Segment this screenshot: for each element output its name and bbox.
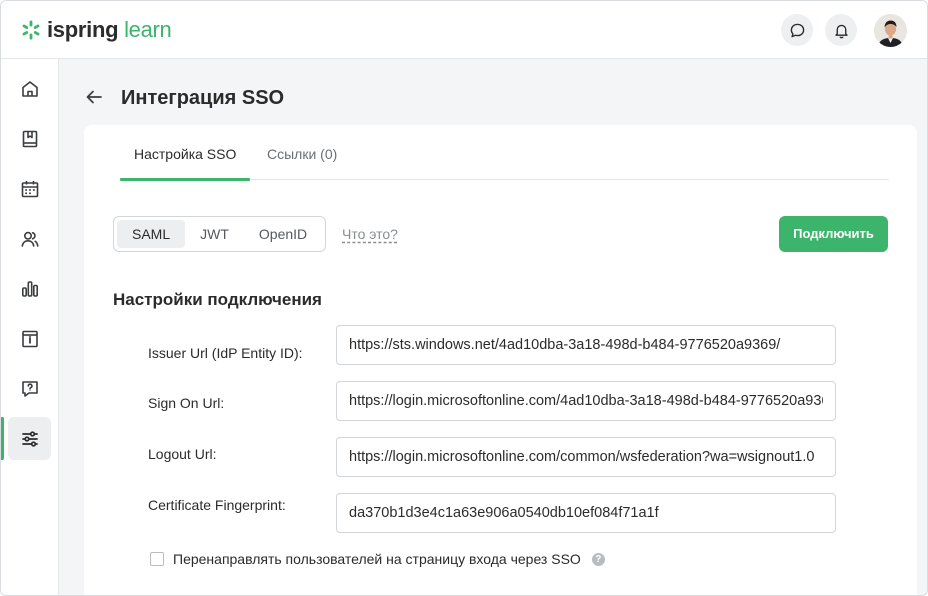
logout-url-input[interactable]	[336, 437, 836, 477]
users-icon	[21, 231, 38, 247]
user-photo-icon	[874, 14, 907, 47]
sidebar-item-reports[interactable]	[8, 267, 51, 310]
app-window: ispring learn Интеграция SSO Настройка S…	[0, 0, 928, 596]
what-is-this-link[interactable]: Что это?	[342, 226, 398, 242]
logout-url-label: Logout Url:	[148, 446, 217, 462]
user-avatar[interactable]	[874, 14, 907, 47]
sidebar-item-info[interactable]	[8, 317, 51, 360]
issuer-url-label: Issuer Url (IdP Entity ID):	[148, 345, 303, 361]
sidebar-item-settings[interactable]	[8, 417, 51, 460]
tab-bar: Настройка SSO Ссылки (0)	[120, 125, 889, 181]
logo-text: ispring learn	[47, 17, 172, 42]
redirect-checkbox[interactable]	[150, 552, 164, 566]
sidebar-item-calendar[interactable]	[8, 167, 51, 210]
reports-chart-icon	[21, 280, 38, 297]
back-button[interactable]	[83, 86, 105, 108]
tab-links[interactable]: Ссылки (0)	[253, 125, 351, 180]
protocol-jwt[interactable]: JWT	[185, 220, 244, 248]
question-chat-icon	[21, 380, 38, 397]
help-question-icon[interactable]: ?	[591, 552, 605, 566]
sign-on-url-label: Sign On Url:	[148, 395, 225, 411]
app-logo[interactable]: ispring learn	[21, 16, 172, 44]
course-book-icon	[22, 130, 37, 147]
chat-bubble-icon	[790, 23, 804, 37]
sidebar-item-home[interactable]	[8, 67, 51, 110]
sidebar-item-questions[interactable]	[8, 367, 51, 410]
home-icon	[21, 80, 38, 97]
chat-button[interactable]	[781, 14, 813, 46]
arrow-left-icon	[86, 90, 102, 104]
tab-sso-settings[interactable]: Настройка SSO	[120, 125, 251, 181]
redirect-option: Перенаправлять пользователей на страницу…	[150, 551, 605, 567]
certificate-fingerprint-label: Certificate Fingerprint:	[148, 497, 286, 513]
connect-button[interactable]: Подключить	[779, 216, 888, 252]
certificate-fingerprint-input[interactable]	[336, 493, 836, 533]
page-title: Интеграция SSO	[121, 87, 285, 109]
sidebar-active-indicator	[1, 417, 4, 460]
redirect-checkbox-label[interactable]: Перенаправлять пользователей на страницу…	[173, 551, 581, 567]
info-board-icon	[21, 330, 38, 347]
sidebar	[1, 59, 59, 595]
sidebar-item-users[interactable]	[8, 217, 51, 260]
bell-icon	[834, 24, 848, 38]
notifications-button[interactable]	[825, 14, 857, 46]
sign-on-url-input[interactable]	[336, 381, 836, 421]
protocol-openid[interactable]: OpenID	[244, 220, 322, 248]
sidebar-item-courses[interactable]	[8, 117, 51, 160]
logo-text-ispring: ispring	[47, 17, 119, 42]
protocol-switch: SAML JWT OpenID	[113, 216, 327, 252]
settings-sliders-icon	[21, 430, 38, 447]
top-bar: ispring learn	[1, 1, 927, 59]
protocol-saml[interactable]: SAML	[117, 220, 186, 248]
ispring-logo-icon	[22, 20, 40, 40]
calendar-icon	[21, 180, 38, 197]
logo-text-learn: learn	[124, 17, 172, 42]
settings-card: Настройка SSO Ссылки (0) SAML JWT OpenID…	[84, 125, 917, 595]
issuer-url-input[interactable]	[336, 325, 836, 365]
connection-settings-title: Настройки подключения	[113, 290, 322, 309]
